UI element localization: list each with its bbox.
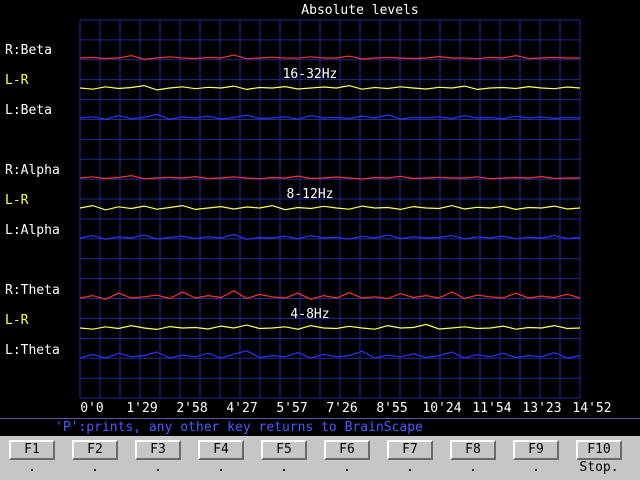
function-key-label[interactable]: F8	[450, 440, 496, 460]
x-tick-label: 1'29	[126, 401, 158, 416]
series-label: L-R	[5, 73, 29, 88]
function-key-action: .	[91, 460, 99, 475]
series-label: R:Theta	[5, 283, 60, 298]
function-key-action: .	[28, 460, 36, 475]
series-line	[79, 323, 581, 331]
series-label: L:Beta	[5, 103, 52, 118]
series-line	[79, 290, 581, 300]
series-line	[79, 113, 581, 120]
status-bar: 'P':prints, any other key returns to Bra…	[0, 418, 640, 437]
status-message: 'P':prints, any other key returns to Bra…	[55, 420, 423, 435]
x-tick-label: 11'54	[472, 401, 512, 416]
x-tick-label: 7'26	[326, 401, 358, 416]
series-label: L:Theta	[5, 343, 60, 358]
function-key-label[interactable]: F2	[72, 440, 118, 460]
function-key-label[interactable]: F4	[198, 440, 244, 460]
function-key-f10[interactable]: F10 Stop.	[576, 440, 622, 475]
x-tick-label: 2'58	[176, 401, 208, 416]
function-key-label[interactable]: F6	[324, 440, 370, 460]
band-label: 4-8Hz	[290, 307, 330, 322]
series-line	[79, 54, 580, 60]
function-key-f7[interactable]: F7.	[387, 440, 433, 475]
function-key-action: .	[217, 460, 225, 475]
function-key-f2[interactable]: F2.	[72, 440, 118, 475]
levels-chart	[79, 19, 581, 399]
function-key-label[interactable]: F7	[387, 440, 433, 460]
function-key-action: .	[343, 460, 351, 475]
x-tick-label: 10'24	[422, 401, 462, 416]
function-key-action: .	[154, 460, 162, 475]
function-key-action: .	[469, 460, 477, 475]
series-label: L:Alpha	[5, 223, 60, 238]
function-key-action: Stop.	[579, 460, 619, 475]
band-label: 8-12Hz	[286, 187, 334, 202]
function-key-f8[interactable]: F8.	[450, 440, 496, 475]
function-key-label[interactable]: F10	[576, 440, 622, 460]
function-key-f3[interactable]: F3.	[135, 440, 181, 475]
function-key-f5[interactable]: F5.	[261, 440, 307, 475]
series-label: R:Alpha	[5, 163, 60, 178]
x-tick-label: 8'55	[376, 401, 408, 416]
series-label: L-R	[5, 313, 29, 328]
function-key-action: .	[532, 460, 540, 475]
x-tick-label: 0'0	[80, 401, 104, 416]
function-key-action: .	[406, 460, 414, 475]
function-key-f4[interactable]: F4.	[198, 440, 244, 475]
x-tick-label: 14'52	[572, 401, 612, 416]
function-key-f1[interactable]: F1.	[9, 440, 55, 475]
series-line	[79, 204, 581, 211]
x-tick-label: 5'57	[276, 401, 308, 416]
series-line	[79, 350, 581, 359]
function-key-bar: F1. F2. F3. F4. F5. F6. F7. F8. F9. F10 Stop.	[0, 436, 640, 480]
function-key-label[interactable]: F3	[135, 440, 181, 460]
series-line	[79, 84, 581, 91]
x-tick-label: 4'27	[226, 401, 258, 416]
band-label: 16-32Hz	[282, 67, 338, 82]
function-key-action: .	[280, 460, 288, 475]
function-key-f9[interactable]: F9.	[513, 440, 559, 475]
function-key-label[interactable]: F1	[9, 440, 55, 460]
function-key-label[interactable]: F5	[261, 440, 307, 460]
series-line	[79, 174, 580, 180]
series-label: R:Beta	[5, 43, 52, 58]
x-tick-label: 13'23	[522, 401, 562, 416]
function-key-label[interactable]: F9	[513, 440, 559, 460]
series-label: L-R	[5, 193, 29, 208]
function-key-f6[interactable]: F6.	[324, 440, 370, 475]
